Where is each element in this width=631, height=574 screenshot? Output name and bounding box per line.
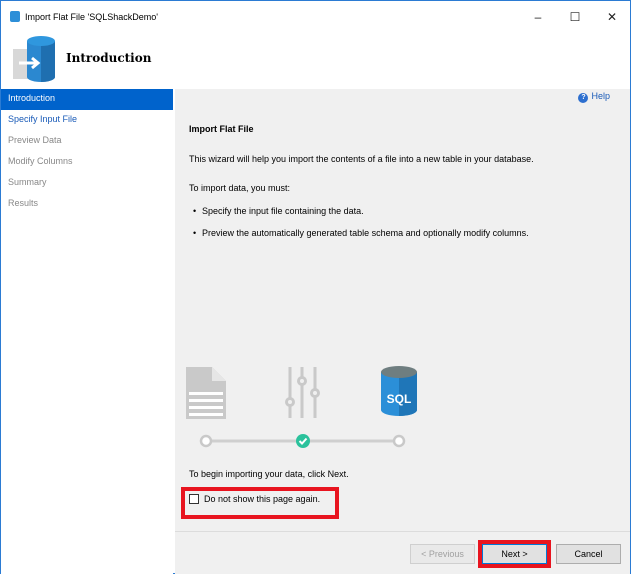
close-button[interactable]: ✕ <box>597 7 627 27</box>
app-icon <box>10 11 20 22</box>
maximize-button[interactable]: ☐ <box>560 7 590 27</box>
highlight-box <box>478 540 551 568</box>
file-icon <box>186 367 226 419</box>
minimize-button[interactable]: – <box>523 7 553 27</box>
wizard-window: Import Flat File 'SQLShackDemo' – ☐ ✕ In… <box>0 0 631 574</box>
highlight-box <box>181 487 339 519</box>
footer-divider <box>175 531 630 532</box>
sidebar-item-preview-data: Preview Data <box>8 135 62 145</box>
step-dot <box>199 434 213 448</box>
sidebar-item-specify-input-file[interactable]: Specify Input File <box>1 110 173 131</box>
title-bar: Import Flat File 'SQLShackDemo' – ☐ ✕ <box>1 1 630 31</box>
sql-label: SQL <box>387 392 412 406</box>
step-dot <box>392 434 406 448</box>
previous-button[interactable]: < Previous <box>410 544 475 564</box>
sidebar-item-modify-columns: Modify Columns <box>8 156 73 166</box>
sql-database-icon: SQL <box>381 366 417 416</box>
page-title: Introduction <box>66 51 152 65</box>
sidebar-item-summary: Summary <box>8 177 47 187</box>
wizard-steps-sidebar: Introduction Specify Input File Preview … <box>1 89 173 574</box>
database-import-icon <box>13 36 55 82</box>
sliders-icon <box>285 367 320 418</box>
cancel-button[interactable]: Cancel <box>556 544 621 564</box>
sidebar-item-introduction[interactable]: Introduction <box>1 89 173 110</box>
wizard-header: Introduction <box>1 31 630 88</box>
window-title: Import Flat File 'SQLShackDemo' <box>25 12 158 22</box>
content-panel: ? Help Import Flat File This wizard will … <box>175 89 630 574</box>
begin-text: To begin importing your data, click Next… <box>189 469 349 479</box>
sidebar-item-results: Results <box>8 198 39 208</box>
